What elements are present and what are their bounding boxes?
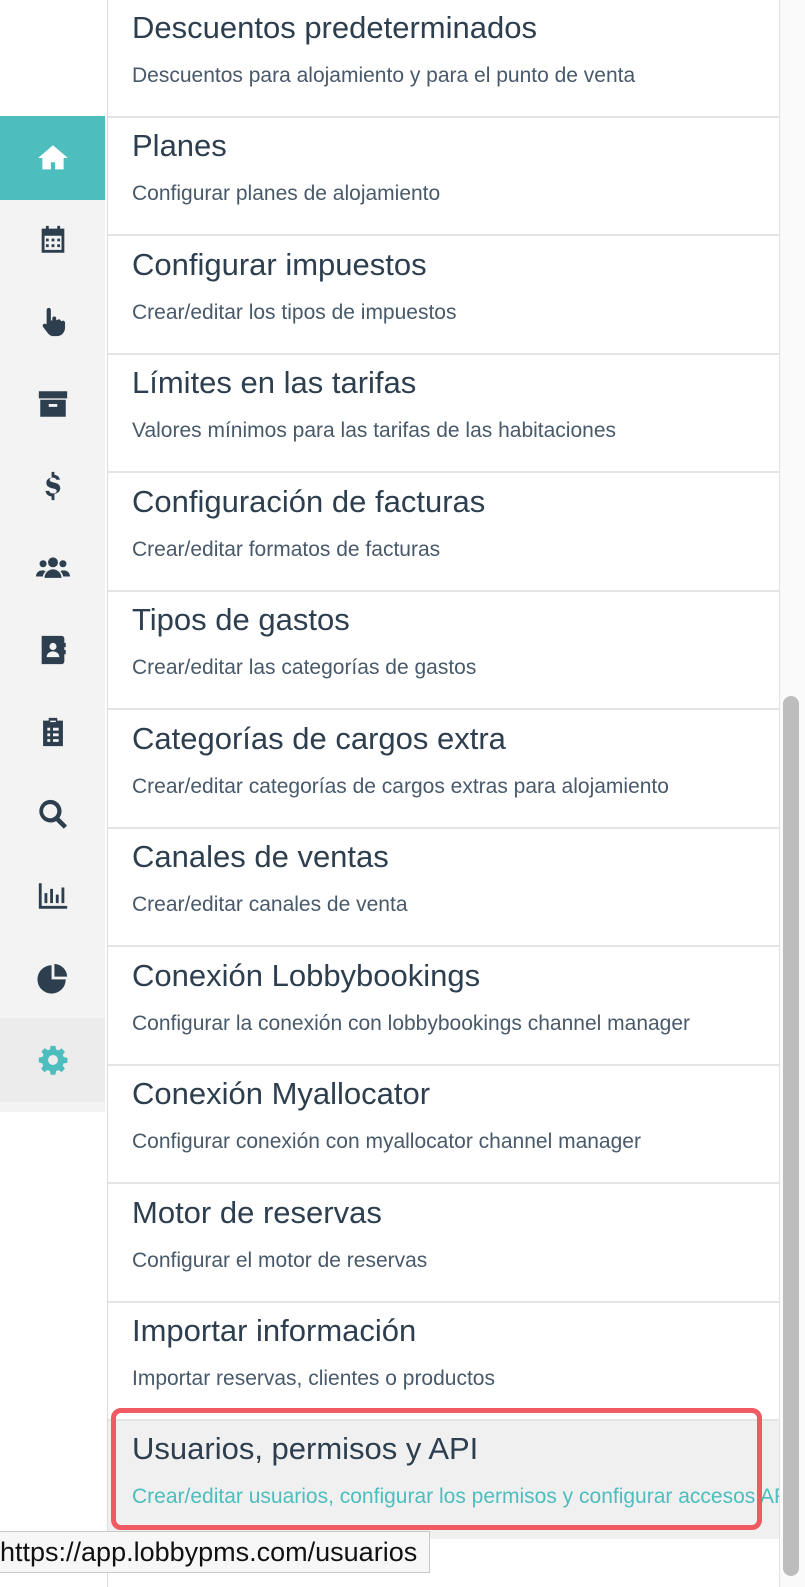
settings-item-title: Configurar impuestos — [132, 247, 427, 282]
sidebar-item-search[interactable] — [0, 772, 105, 856]
archive-icon — [38, 391, 67, 417]
settings-item-lobbybookings[interactable]: Conexión Lobbybookings Configurar la con… — [108, 948, 779, 1066]
sidebar-item-settings[interactable] — [0, 1018, 105, 1102]
sidebar-item-calendar[interactable] — [0, 198, 105, 282]
settings-item-description: Configurar el motor de reservas — [132, 1249, 428, 1272]
settings-item-title: Tipos de gastos — [132, 602, 350, 637]
settings-item-rate-limits[interactable]: Límites en las tarifas Valores mínimos p… — [108, 355, 779, 473]
settings-item-description: Crear/editar formatos de facturas — [132, 538, 441, 561]
settings-item-taxes[interactable]: Configurar impuestos Crear/editar los ti… — [108, 237, 779, 355]
settings-item-description: Crear/editar usuarios, configurar los pe… — [132, 1485, 794, 1508]
settings-item-description: Crear/editar canales de venta — [132, 893, 408, 916]
calendar-icon — [41, 225, 64, 253]
home-icon — [37, 145, 68, 170]
settings-item-expense-types[interactable]: Tipos de gastos Crear/editar las categor… — [108, 592, 779, 710]
settings-item-description: Valores mínimos para las tarifas de las … — [132, 419, 617, 442]
settings-item-plans[interactable]: Planes Configurar planes de alojamiento — [108, 118, 779, 236]
settings-item-sales-channels[interactable]: Canales de ventas Crear/editar canales d… — [108, 829, 779, 947]
settings-item-booking-engine[interactable]: Motor de reservas Configurar el motor de… — [108, 1185, 779, 1303]
settings-item-users-permissions-api[interactable]: Usuarios, permisos y API Crear/editar us… — [108, 1421, 794, 1539]
sidebar-item-tasks[interactable] — [0, 690, 105, 774]
sidebar-item-contacts[interactable] — [0, 608, 105, 692]
pointer-hand-icon — [42, 307, 65, 337]
sidebar-item-checkin[interactable] — [0, 280, 105, 364]
settings-list: Descuentos predeterminados Descuentos pa… — [108, 0, 794, 1587]
settings-item-title: Importar información — [132, 1313, 417, 1348]
settings-item-title: Canales de ventas — [132, 839, 389, 874]
settings-item-description: Descuentos para alojamiento y para el pu… — [132, 64, 636, 87]
settings-item-default-discounts[interactable]: Descuentos predeterminados Descuentos pa… — [108, 0, 779, 118]
settings-item-title: Motor de reservas — [132, 1195, 382, 1230]
bar-chart-icon — [38, 883, 67, 909]
sidebar-item-statistics[interactable] — [0, 936, 105, 1020]
clipboard-list-icon — [42, 717, 63, 747]
sidebar-item-payments[interactable] — [0, 444, 105, 528]
settings-item-description: Crear/editar las categorías de gastos — [132, 656, 477, 679]
settings-item-description: Configurar planes de alojamiento — [132, 182, 441, 205]
scrollbar-thumb[interactable] — [783, 696, 799, 1576]
settings-item-title: Descuentos predeterminados — [132, 10, 537, 45]
gear-icon — [38, 1045, 67, 1075]
settings-item-title: Límites en las tarifas — [132, 365, 417, 400]
sidebar-item-clients[interactable] — [0, 526, 105, 610]
sidebar-item-home[interactable] — [0, 116, 105, 200]
users-icon — [35, 557, 70, 578]
status-bar-url: https://app.lobbypms.com/usuarios — [0, 1531, 431, 1573]
settings-item-title: Planes — [132, 128, 227, 163]
settings-item-description: Configurar la conexión con lobbybookings… — [132, 1012, 691, 1035]
settings-item-description: Importar reservas, clientes o productos — [132, 1367, 495, 1390]
settings-item-description: Configurar conexión con myallocator chan… — [132, 1130, 641, 1153]
settings-item-title: Usuarios, permisos y API — [132, 1431, 479, 1466]
settings-item-description: Crear/editar categorías de cargos extras… — [132, 775, 669, 798]
settings-item-invoices[interactable]: Configuración de facturas Crear/editar f… — [108, 474, 779, 592]
sidebar-item-reports[interactable] — [0, 854, 105, 938]
settings-item-title: Conexión Myallocator — [132, 1076, 431, 1111]
sidebar-item-archive[interactable] — [0, 362, 105, 446]
sidebar — [0, 0, 105, 1587]
pie-chart-icon — [36, 963, 67, 994]
settings-item-title: Conexión Lobbybookings — [132, 958, 481, 993]
settings-item-import[interactable]: Importar información Importar reservas, … — [108, 1303, 779, 1421]
settings-item-title: Categorías de cargos extra — [132, 721, 506, 756]
dollar-icon — [44, 471, 60, 501]
settings-item-myallocator[interactable]: Conexión Myallocator Configurar conexión… — [108, 1066, 779, 1184]
settings-item-extra-charges[interactable]: Categorías de cargos extra Crear/editar … — [108, 711, 779, 829]
settings-item-description: Crear/editar los tipos de impuestos — [132, 301, 457, 324]
settings-item-title: Configuración de facturas — [132, 484, 486, 519]
search-icon — [38, 799, 67, 829]
address-book-icon — [41, 635, 66, 665]
